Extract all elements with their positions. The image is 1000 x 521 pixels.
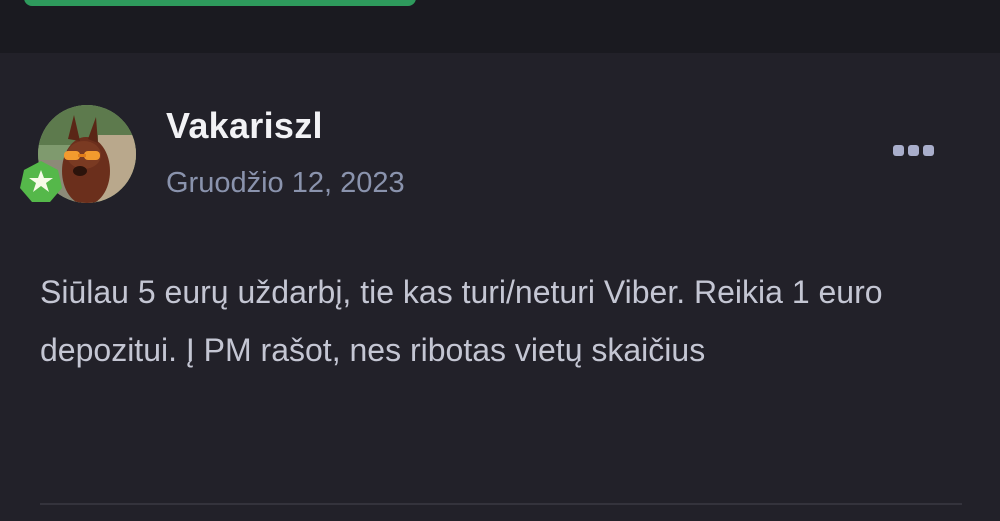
post-author-name[interactable]: Vakariszl xyxy=(166,105,323,147)
star-badge-icon xyxy=(18,159,64,205)
post-body-text: Siūlau 5 eurų uždarbį, tie kas turi/netu… xyxy=(40,274,883,368)
ellipsis-icon[interactable] xyxy=(893,145,935,159)
top-bar xyxy=(0,0,1000,53)
forum-page: Vakariszl Gruodžio 12, 2023 Siūlau 5 eur… xyxy=(0,0,1000,521)
ellipsis-dot xyxy=(893,145,904,156)
divider xyxy=(40,503,962,505)
ellipsis-dot xyxy=(908,145,919,156)
post-date[interactable]: Gruodžio 12, 2023 xyxy=(166,167,405,200)
primary-action-button[interactable] xyxy=(24,0,416,6)
forum-post: Vakariszl Gruodžio 12, 2023 Siūlau 5 eur… xyxy=(0,53,1000,521)
ellipsis-dot xyxy=(923,145,934,156)
